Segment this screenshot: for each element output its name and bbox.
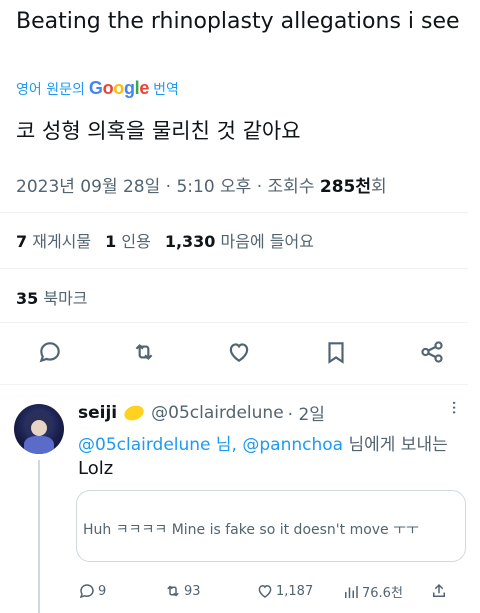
reply-author-name[interactable]: seiji bbox=[78, 403, 117, 423]
repost-icon bbox=[167, 585, 179, 597]
share-icon bbox=[433, 583, 445, 597]
view-suffix: 회 bbox=[371, 177, 387, 197]
translated-text: 코 성형 의혹을 물리친 것 같아요 bbox=[16, 119, 301, 143]
reply-share-button[interactable] bbox=[430, 582, 448, 600]
divider bbox=[0, 212, 468, 213]
engagement-stats: 7 재게시물 1 인용 1,330 마음에 들어요 bbox=[16, 228, 314, 252]
divider bbox=[0, 268, 468, 269]
reply-like-button[interactable]: 1,187 bbox=[256, 582, 313, 600]
reposts-stat[interactable]: 7 재게시물 bbox=[16, 228, 91, 252]
like-count: 1,187 bbox=[276, 583, 314, 599]
mention-link[interactable]: @pannchoa bbox=[242, 435, 343, 455]
heart-icon bbox=[258, 584, 272, 598]
mention-link[interactable]: @05clairdelune 님, bbox=[78, 435, 237, 455]
more-options-icon[interactable]: ··· bbox=[443, 400, 464, 414]
lemon-icon bbox=[122, 402, 146, 423]
heart-icon[interactable] bbox=[225, 338, 253, 366]
translate-suffix: 번역 bbox=[153, 81, 179, 98]
quote-card[interactable]: Huh ㅋㅋㅋㅋ Mine is fake so it doesn't move… bbox=[76, 490, 466, 562]
views-icon bbox=[345, 585, 358, 598]
divider bbox=[0, 322, 468, 323]
reply-icon[interactable] bbox=[36, 338, 64, 366]
tweet-meta: 2023년 09월 28일 · 5:10 오후 · 조회수 285천회 bbox=[16, 172, 387, 197]
repost-icon[interactable] bbox=[130, 338, 158, 366]
reply-author-handle[interactable]: @05clairdelune bbox=[151, 403, 284, 423]
google-logo: Google bbox=[88, 78, 150, 98]
likes-stat[interactable]: 1,330 마음에 들어요 bbox=[165, 228, 314, 252]
reply-text: Lolz bbox=[78, 458, 114, 479]
view-count: 285천 bbox=[319, 177, 372, 197]
replying-to: @05clairdelune 님, @pannchoa 님에게 보내는 bbox=[78, 430, 448, 455]
reply-actions: 9 93 1,187 76.6천 bbox=[0, 582, 480, 604]
reply-views-button[interactable]: 76.6천 bbox=[342, 582, 403, 601]
reply-tweet[interactable]: seiji @05clairdelune · 2일 ··· @05clairde… bbox=[0, 388, 480, 613]
reply-icon bbox=[79, 584, 94, 599]
quote-text: Huh ㅋㅋㅋㅋ Mine is fake so it doesn't move… bbox=[83, 522, 419, 538]
replying-suffix: 님에게 보내는 bbox=[348, 435, 448, 455]
tweet-actions bbox=[0, 338, 480, 370]
translate-prefix: 영어 원문의 bbox=[16, 81, 85, 98]
views-count: 76.6천 bbox=[362, 586, 403, 601]
reply-reply-button[interactable]: 9 bbox=[78, 582, 106, 600]
reply-header: seiji @05clairdelune · 2일 bbox=[78, 400, 325, 426]
translation-attribution[interactable]: 영어 원문의 Google 번역 bbox=[16, 78, 179, 99]
share-icon[interactable] bbox=[418, 338, 446, 366]
quotes-stat[interactable]: 1 인용 bbox=[105, 228, 151, 252]
tweet-text: Beating the rhinoplasty allegations i se… bbox=[16, 9, 460, 34]
divider bbox=[0, 384, 468, 385]
bookmark-icon[interactable] bbox=[322, 338, 350, 366]
reply-age: · 2일 bbox=[287, 405, 325, 425]
reply-count: 9 bbox=[98, 583, 107, 599]
tweet-date[interactable]: 2023년 09월 28일 · 5:10 오후 · 조회수 bbox=[16, 177, 320, 197]
bookmarks-stat[interactable]: 35 북마크 bbox=[16, 285, 88, 309]
avatar[interactable] bbox=[14, 404, 64, 454]
repost-count: 93 bbox=[184, 583, 201, 599]
reply-repost-button[interactable]: 93 bbox=[164, 582, 201, 600]
